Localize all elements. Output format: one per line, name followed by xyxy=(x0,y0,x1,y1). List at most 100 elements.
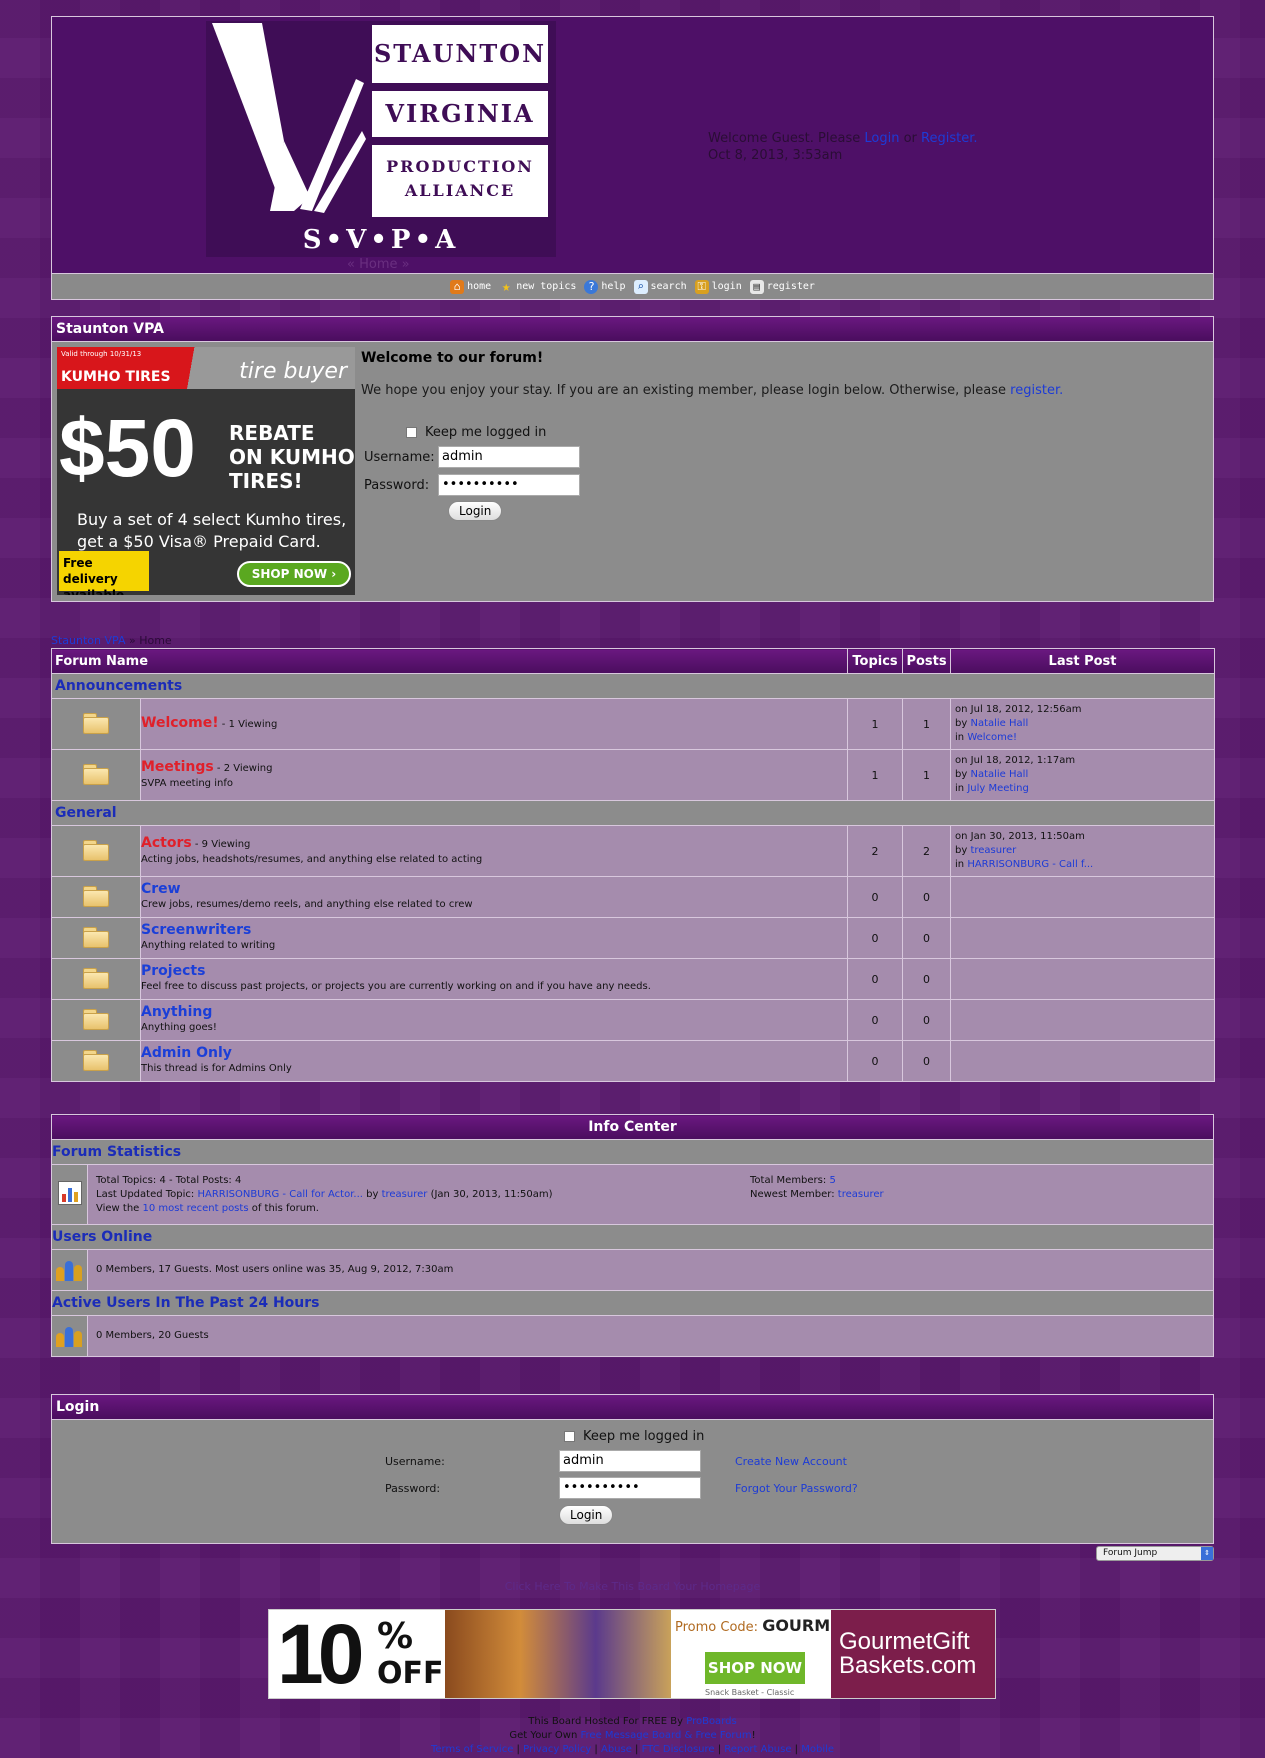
password-row: Password: •••••••••• xyxy=(364,474,580,496)
last-post-topic-link[interactable]: HARRISONBURG - Call f... xyxy=(967,859,1093,870)
login-icon: ⚿ xyxy=(694,279,709,294)
last-post-topic-link[interactable]: July Meeting xyxy=(967,783,1028,794)
current-datetime: Oct 8, 2013, 3:53am xyxy=(708,148,843,163)
board-row: Welcome! - 1 Viewing 1 1 on Jul 18, 2012… xyxy=(51,698,1216,750)
gourmet-gift-baskets-ad[interactable]: 10 % OFF Promo Code: GOURMET SHOP NOW Sn… xyxy=(268,1609,996,1699)
site-header: STAUNTON VIRGINIA PRODUCTION ALLIANCE S•V… xyxy=(51,16,1214,300)
forgot-password-link[interactable]: Forgot Your Password? xyxy=(735,1482,858,1495)
nav-home[interactable]: ⌂ home xyxy=(450,279,491,294)
ad2-promo-code: Promo Code: GOURMET xyxy=(675,1616,852,1635)
welcome-panel-title: Staunton VPA xyxy=(52,317,1213,342)
last-post-user-link[interactable]: Natalie Hall xyxy=(970,718,1028,729)
forum-jump-select[interactable]: Forum Jump ⇕ xyxy=(1096,1546,1214,1561)
nav-help[interactable]: ? help xyxy=(584,279,626,294)
folder-icon xyxy=(83,967,109,989)
recent-posts-link[interactable]: 10 most recent posts xyxy=(143,1203,249,1214)
welcome-panel: Staunton VPA Valid through 10/31/13 KUMH… xyxy=(51,316,1214,602)
help-icon: ? xyxy=(584,279,599,294)
ad-shop-now-button[interactable]: SHOP NOW › xyxy=(237,561,351,587)
keep-logged-in-option: Keep me logged in xyxy=(564,1429,704,1444)
newest-member-link[interactable]: treasurer xyxy=(838,1189,884,1200)
last-post-user-link[interactable]: treasurer xyxy=(970,845,1016,856)
category-announcements[interactable]: Announcements xyxy=(50,673,1216,699)
board-row: Projects Feel free to discuss past projec… xyxy=(51,958,1216,1000)
logo-text-staunton: STAUNTON xyxy=(372,25,548,83)
folder-icon xyxy=(83,763,109,785)
login-password-row: Password: •••••••••• Forgot Your Password? xyxy=(385,1477,858,1499)
keep-logged-in-option: Keep me logged in xyxy=(406,425,546,440)
header-register-link[interactable]: Register. xyxy=(921,131,977,146)
board-link-crew[interactable]: Crew xyxy=(141,881,181,897)
forum-list-table: Forum Name Topics Posts Last Post Announ… xyxy=(50,648,1216,1082)
mobile-link[interactable]: Mobile xyxy=(801,1744,834,1755)
report-abuse-link[interactable]: Report Abuse xyxy=(724,1744,791,1755)
login-button[interactable]: Login xyxy=(448,501,503,521)
board-link-admin-only[interactable]: Admin Only xyxy=(141,1045,232,1061)
category-general[interactable]: General xyxy=(50,800,1216,826)
login-panel-title: Login xyxy=(52,1395,1213,1420)
username-field[interactable]: admin xyxy=(438,446,580,468)
last-post-info: on Jul 18, 2012, 1:17am by Natalie Hall in… xyxy=(950,749,1216,801)
ad2-percent-symbol: % xyxy=(377,1616,414,1657)
ad2-off: OFF xyxy=(377,1656,444,1691)
free-forum-link[interactable]: Free Message Board & Free Forum xyxy=(581,1730,752,1741)
last-post-topic-link[interactable]: Welcome! xyxy=(967,732,1017,743)
logo-v-graphic xyxy=(212,23,366,213)
login-panel: Login Keep me logged in Username: admin Cr… xyxy=(51,1394,1214,1544)
ad2-brand-logo: GourmetGift Baskets.com xyxy=(831,1610,995,1698)
ftc-link[interactable]: FTC Disclosure xyxy=(642,1744,715,1755)
login-password-field[interactable]: •••••••••• xyxy=(559,1477,701,1499)
board-link-screenwriters[interactable]: Screenwriters xyxy=(141,922,251,938)
footer-get-your-own: Get Your Own Free Message Board & Free F… xyxy=(509,1730,756,1741)
breadcrumb: Staunton VPA » Home xyxy=(51,634,172,647)
password-field[interactable]: •••••••••• xyxy=(438,474,580,496)
terms-link[interactable]: Terms of Service xyxy=(431,1744,513,1755)
proboards-link[interactable]: ProBoards xyxy=(686,1716,736,1727)
last-post-info: on Jan 30, 2013, 11:50am by treasurer in H… xyxy=(950,825,1216,877)
nav-register[interactable]: ▤ register xyxy=(749,279,815,294)
folder-icon xyxy=(83,1049,109,1071)
col-forum-name: Forum Name xyxy=(50,648,849,674)
header-login-link[interactable]: Login xyxy=(864,131,899,146)
active-users-text: 0 Members, 20 Guests xyxy=(87,1315,1214,1357)
folder-icon xyxy=(83,885,109,907)
privacy-link[interactable]: Privacy Policy xyxy=(523,1744,591,1755)
board-link-meetings[interactable]: Meetings xyxy=(141,759,214,775)
last-updated-user-link[interactable]: treasurer xyxy=(382,1189,428,1200)
ad2-percent: 10 xyxy=(277,1609,364,1699)
keep-logged-in-checkbox-2[interactable] xyxy=(564,1431,575,1442)
folder-icon xyxy=(83,712,109,734)
nav-new-topics[interactable]: ★ new topics xyxy=(499,280,576,294)
last-updated-topic-link[interactable]: HARRISONBURG - Call for Actor... xyxy=(197,1189,362,1200)
board-link-projects[interactable]: Projects xyxy=(141,963,205,979)
board-link-actors[interactable]: Actors xyxy=(141,835,192,851)
board-link-anything[interactable]: Anything xyxy=(141,1004,212,1020)
site-logo[interactable]: STAUNTON VIRGINIA PRODUCTION ALLIANCE S•V… xyxy=(206,21,556,257)
active-users-icon xyxy=(55,1323,85,1347)
kumho-tires-ad[interactable]: Valid through 10/31/13 KUMHO TIRES tire … xyxy=(57,347,355,595)
footer-hosted: This Board Hosted For FREE By ProBoards xyxy=(528,1716,737,1727)
total-members-link[interactable]: 5 xyxy=(829,1175,835,1186)
keep-logged-in-checkbox[interactable] xyxy=(406,427,417,438)
board-row: Screenwriters Anything related to writing… xyxy=(51,917,1216,959)
home-breadcrumb[interactable]: « Home » xyxy=(347,257,410,272)
create-account-link[interactable]: Create New Account xyxy=(735,1455,847,1468)
register-icon: ▤ xyxy=(749,279,764,294)
ad2-shop-now-button[interactable]: SHOP NOW xyxy=(705,1652,805,1684)
nav-login[interactable]: ⚿ login xyxy=(694,279,742,294)
abuse-link[interactable]: Abuse xyxy=(601,1744,632,1755)
login-username-field[interactable]: admin xyxy=(559,1450,701,1472)
nav-search[interactable]: ⌕ search xyxy=(633,279,687,294)
breadcrumb-board-link[interactable]: Staunton VPA xyxy=(51,634,125,647)
welcome-heading: Welcome to our forum! xyxy=(361,350,544,366)
logo-abbreviation: S•V•P•A xyxy=(302,225,460,255)
ad-rebate-amount: $50 xyxy=(59,403,196,494)
folder-icon xyxy=(83,839,109,861)
users-online-icon xyxy=(55,1257,85,1281)
welcome-register-link[interactable]: register. xyxy=(1010,383,1063,398)
board-link-welcome[interactable]: Welcome! xyxy=(141,715,219,731)
login-panel-button[interactable]: Login xyxy=(559,1505,614,1525)
users-online-heading: Users Online xyxy=(51,1224,1214,1250)
last-post-user-link[interactable]: Natalie Hall xyxy=(970,769,1028,780)
make-homepage-link[interactable]: Click Here To Make This Board Your Homep… xyxy=(0,1580,1265,1593)
